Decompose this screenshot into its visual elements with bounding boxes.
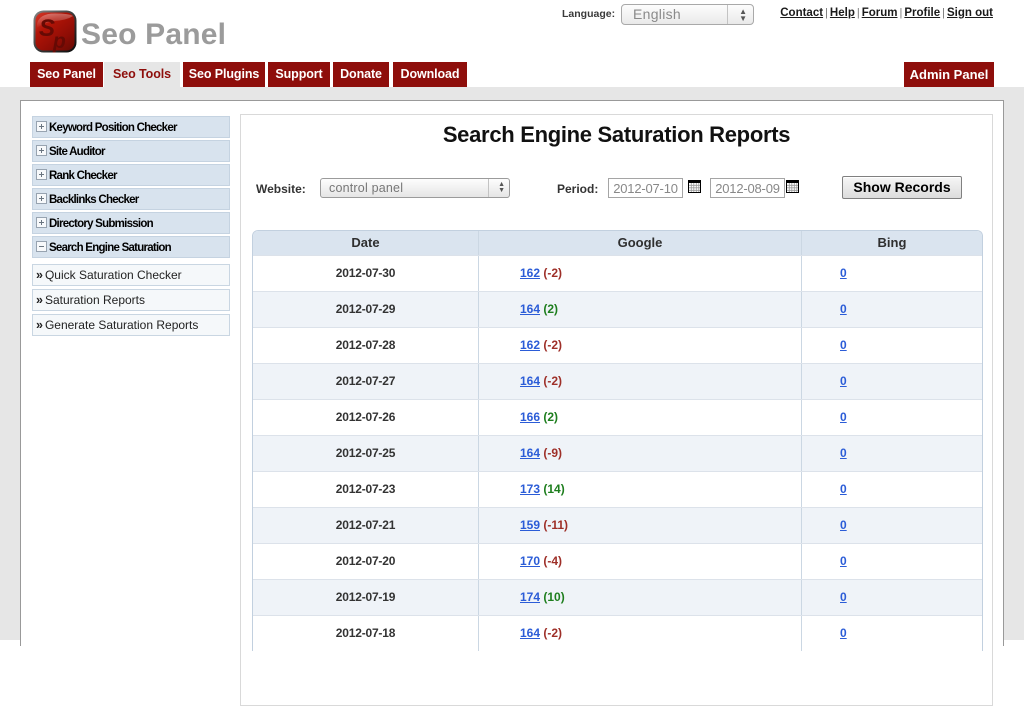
svg-text:p: p bbox=[52, 30, 66, 53]
